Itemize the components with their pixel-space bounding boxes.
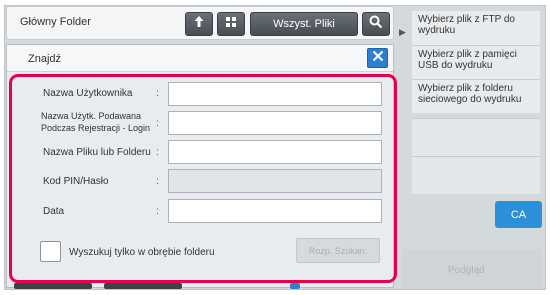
side-item-ftp[interactable]: Wybierz plik z FTP do wydruku (412, 11, 540, 45)
all-files-button[interactable]: Wszyst. Pliki (250, 12, 358, 36)
bottom-control (104, 283, 182, 289)
search-icon (369, 15, 383, 34)
folder-title: Główny Folder (20, 16, 91, 28)
side-item-label: Wybierz plik z FTP do wydruku (418, 14, 515, 36)
preview-label: Podgląd (448, 265, 485, 276)
side-item-empty (412, 156, 540, 194)
ca-label: CA (510, 208, 527, 221)
close-icon (372, 49, 384, 67)
bottom-strip (14, 283, 394, 290)
bottom-indicator (290, 283, 300, 289)
top-bar: Główny Folder Wszyst. Pliki (6, 6, 394, 40)
ca-button[interactable]: CA (495, 201, 542, 228)
all-files-label: Wszyst. Pliki (273, 18, 335, 30)
close-button[interactable] (367, 48, 388, 68)
side-item-label: Wybierz plik z folderu sieciowego do wyd… (418, 83, 522, 105)
bottom-control (14, 283, 92, 289)
dialog-title: Znajdź (28, 53, 62, 65)
side-item-empty (412, 118, 540, 156)
side-item-usb[interactable]: Wybierz plik z pamięci USB do wydruku (412, 45, 540, 79)
side-item-network-folder[interactable]: Wybierz plik z folderu sieciowego do wyd… (412, 79, 540, 113)
play-arrow-icon: ▶ (399, 27, 406, 37)
search-button[interactable] (362, 12, 390, 36)
dialog-header: Znajdź (7, 45, 393, 72)
up-folder-button[interactable] (185, 12, 213, 36)
grid-icon (225, 15, 237, 33)
up-arrow-icon (193, 15, 205, 33)
highlight-frame (9, 74, 397, 283)
view-toggle-button[interactable] (217, 12, 245, 36)
side-item-label: Wybierz plik z pamięci USB do wydruku (418, 49, 517, 71)
